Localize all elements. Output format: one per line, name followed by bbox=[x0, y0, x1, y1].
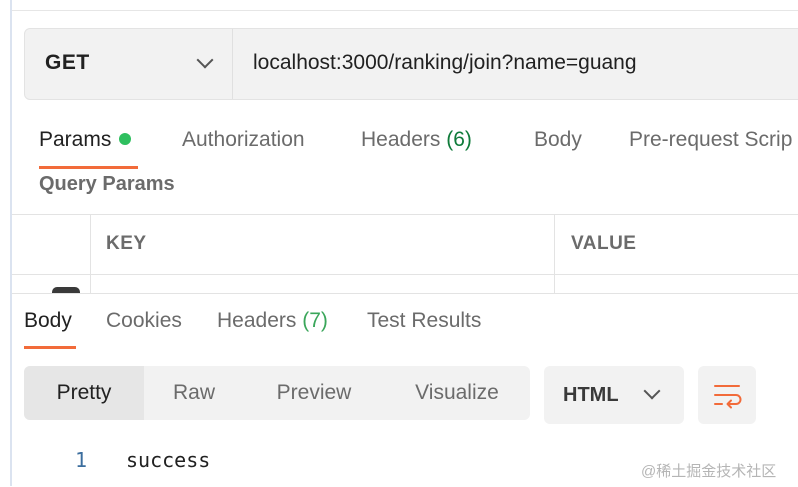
method-select[interactable]: GET bbox=[25, 29, 233, 99]
tab-label: Pre-request Scrip bbox=[629, 128, 793, 151]
response-tab-body[interactable]: Body bbox=[24, 309, 72, 333]
method-label: GET bbox=[45, 51, 90, 74]
top-divider bbox=[12, 10, 798, 11]
active-tab-indicator bbox=[24, 346, 76, 349]
tab-authorization[interactable]: Authorization bbox=[182, 128, 305, 152]
tab-label: Authorization bbox=[182, 128, 305, 151]
chevron-down-icon bbox=[196, 51, 214, 69]
column-divider bbox=[90, 215, 91, 293]
column-divider bbox=[554, 215, 555, 293]
table-border bbox=[12, 274, 798, 275]
wrap-lines-icon bbox=[714, 385, 742, 409]
view-mode-visualize[interactable]: Visualize bbox=[384, 366, 530, 420]
status-dot-icon bbox=[119, 132, 132, 145]
active-tab-indicator bbox=[39, 166, 138, 169]
tab-headers[interactable]: Headers (6) bbox=[361, 128, 472, 152]
response-tab-cookies[interactable]: Cookies bbox=[106, 309, 182, 333]
url-input[interactable]: localhost:3000/ranking/join?name=guang bbox=[253, 51, 637, 75]
tab-label: Params bbox=[39, 128, 112, 151]
response-body-text: success bbox=[126, 448, 211, 472]
column-header-key: KEY bbox=[106, 233, 147, 254]
table-border bbox=[12, 214, 798, 215]
query-params-title: Query Params bbox=[39, 173, 175, 195]
tab-label: Cookies bbox=[106, 309, 182, 332]
tab-label: Body bbox=[534, 128, 582, 151]
request-bar: GET localhost:3000/ranking/join?name=gua… bbox=[24, 28, 798, 100]
watermark: @稀土掘金技术社区 bbox=[641, 463, 777, 480]
tab-label: Test Results bbox=[367, 309, 482, 332]
column-header-value: VALUE bbox=[571, 233, 637, 254]
wrap-lines-button[interactable] bbox=[698, 366, 756, 424]
tab-label: Headers bbox=[217, 309, 297, 332]
tab-pre-request-script[interactable]: Pre-request Scrip bbox=[629, 128, 792, 152]
response-tab-test-results[interactable]: Test Results bbox=[367, 309, 481, 333]
view-mode-raw[interactable]: Raw bbox=[144, 366, 244, 420]
response-tab-headers[interactable]: Headers (7) bbox=[217, 309, 328, 333]
tab-label: Body bbox=[24, 309, 72, 332]
line-number: 1 bbox=[75, 448, 88, 472]
view-mode-preview[interactable]: Preview bbox=[244, 366, 384, 420]
tab-label: Headers bbox=[361, 128, 441, 151]
view-mode-pretty[interactable]: Pretty bbox=[24, 366, 144, 420]
tab-count: (7) bbox=[302, 309, 328, 332]
tab-body[interactable]: Body bbox=[534, 128, 582, 152]
tab-params[interactable]: Params bbox=[39, 128, 132, 152]
format-label: HTML bbox=[563, 384, 619, 406]
tab-count: (6) bbox=[446, 128, 472, 151]
chevron-down-icon bbox=[643, 382, 661, 400]
